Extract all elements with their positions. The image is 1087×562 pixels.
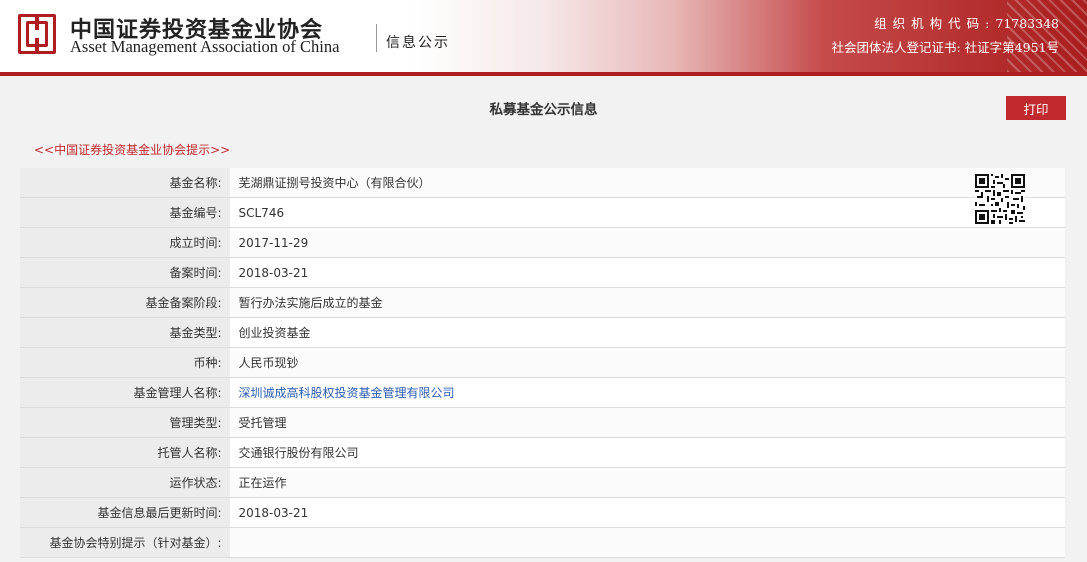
field-label: 备案时间: xyxy=(20,257,231,288)
custodian-name-value: 交通银行股份有限公司 xyxy=(230,437,1065,468)
table-row: 备案时间: 2018-03-21 xyxy=(20,257,1065,288)
field-label: 基金协会特别提示（针对基金）: xyxy=(20,527,231,558)
fund-info-table: 基金名称: 芜湖鼎证捌号投资中心（有限合伙） 基金编号: SCL746 成立时间: 2… xyxy=(20,168,1065,558)
field-label: 管理类型: xyxy=(20,407,231,438)
table-row: 基金信息最后更新时间: 2018-03-21 xyxy=(20,497,1065,528)
page-title: 私募基金公示信息 xyxy=(489,102,598,118)
site-header: 中国证券投资基金业协会 Asset Management Association… xyxy=(0,0,1087,72)
header-divider xyxy=(376,24,377,52)
currency-value: 人民币现钞 xyxy=(230,347,1065,378)
table-row: 基金管理人名称: 深圳诚成高科股权投资基金管理有限公司 xyxy=(20,377,1065,408)
field-label: 基金编号: xyxy=(20,197,231,228)
org-name-en: Asset Management Association of China xyxy=(70,37,340,56)
operation-status-value: 正在运作 xyxy=(230,467,1065,498)
fund-code-value: SCL746 xyxy=(230,197,1065,228)
fund-type-value: 创业投资基金 xyxy=(230,317,1065,348)
table-row: 基金备案阶段: 暂行办法实施后成立的基金 xyxy=(20,287,1065,318)
fund-name-value: 芜湖鼎证捌号投资中心（有限合伙） xyxy=(230,168,1065,198)
table-row: 基金编号: SCL746 xyxy=(20,197,1065,228)
org-code: 71783348 xyxy=(995,16,1059,31)
header-stripe xyxy=(0,72,1087,76)
table-row: 基金名称: 芜湖鼎证捌号投资中心（有限合伙） xyxy=(20,168,1065,198)
print-button[interactable]: 打印 xyxy=(1006,96,1066,120)
association-tip-link[interactable]: <<中国证券投资基金业协会提示>> xyxy=(34,141,230,158)
aamc-logo-icon xyxy=(18,14,56,54)
field-label: 基金类型: xyxy=(20,317,231,348)
qr-code-icon xyxy=(975,174,1025,224)
filing-stage-value: 暂行办法实施后成立的基金 xyxy=(230,287,1065,318)
table-row: 成立时间: 2017-11-29 xyxy=(20,227,1065,258)
established-date-value: 2017-11-29 xyxy=(230,227,1065,258)
table-row: 运作状态: 正在运作 xyxy=(20,467,1065,498)
special-notice-value xyxy=(230,527,1065,558)
table-row: 托管人名称: 交通银行股份有限公司 xyxy=(20,437,1065,468)
field-label: 基金名称: xyxy=(20,168,231,198)
filing-date-value: 2018-03-21 xyxy=(230,257,1065,288)
field-label: 基金信息最后更新时间: xyxy=(20,497,231,528)
license-line: 社会团体法人登记证书: 社证字第4951号 xyxy=(831,40,1060,55)
field-label: 成立时间: xyxy=(20,227,231,258)
management-type-value: 受托管理 xyxy=(230,407,1065,438)
table-row: 基金协会特别提示（针对基金）: xyxy=(20,527,1065,558)
manager-name-link[interactable]: 深圳诚成高科股权投资基金管理有限公司 xyxy=(239,386,455,400)
field-label: 基金备案阶段: xyxy=(20,287,231,318)
org-code-label: 组织机构代码: xyxy=(874,16,996,31)
header-subtitle: 信息公示 xyxy=(386,35,450,51)
field-label: 基金管理人名称: xyxy=(20,377,231,408)
table-row: 基金类型: 创业投资基金 xyxy=(20,317,1065,348)
field-label: 币种: xyxy=(20,347,231,378)
table-row: 管理类型: 受托管理 xyxy=(20,407,1065,438)
last-update-value: 2018-03-21 xyxy=(230,497,1065,528)
org-registration-info: 组织机构代码:71783348 社会团体法人登记证书: 社证字第4951号 xyxy=(832,12,1060,60)
field-label: 托管人名称: xyxy=(20,437,231,468)
field-label: 运作状态: xyxy=(20,467,231,498)
table-row: 币种: 人民币现钞 xyxy=(20,347,1065,378)
